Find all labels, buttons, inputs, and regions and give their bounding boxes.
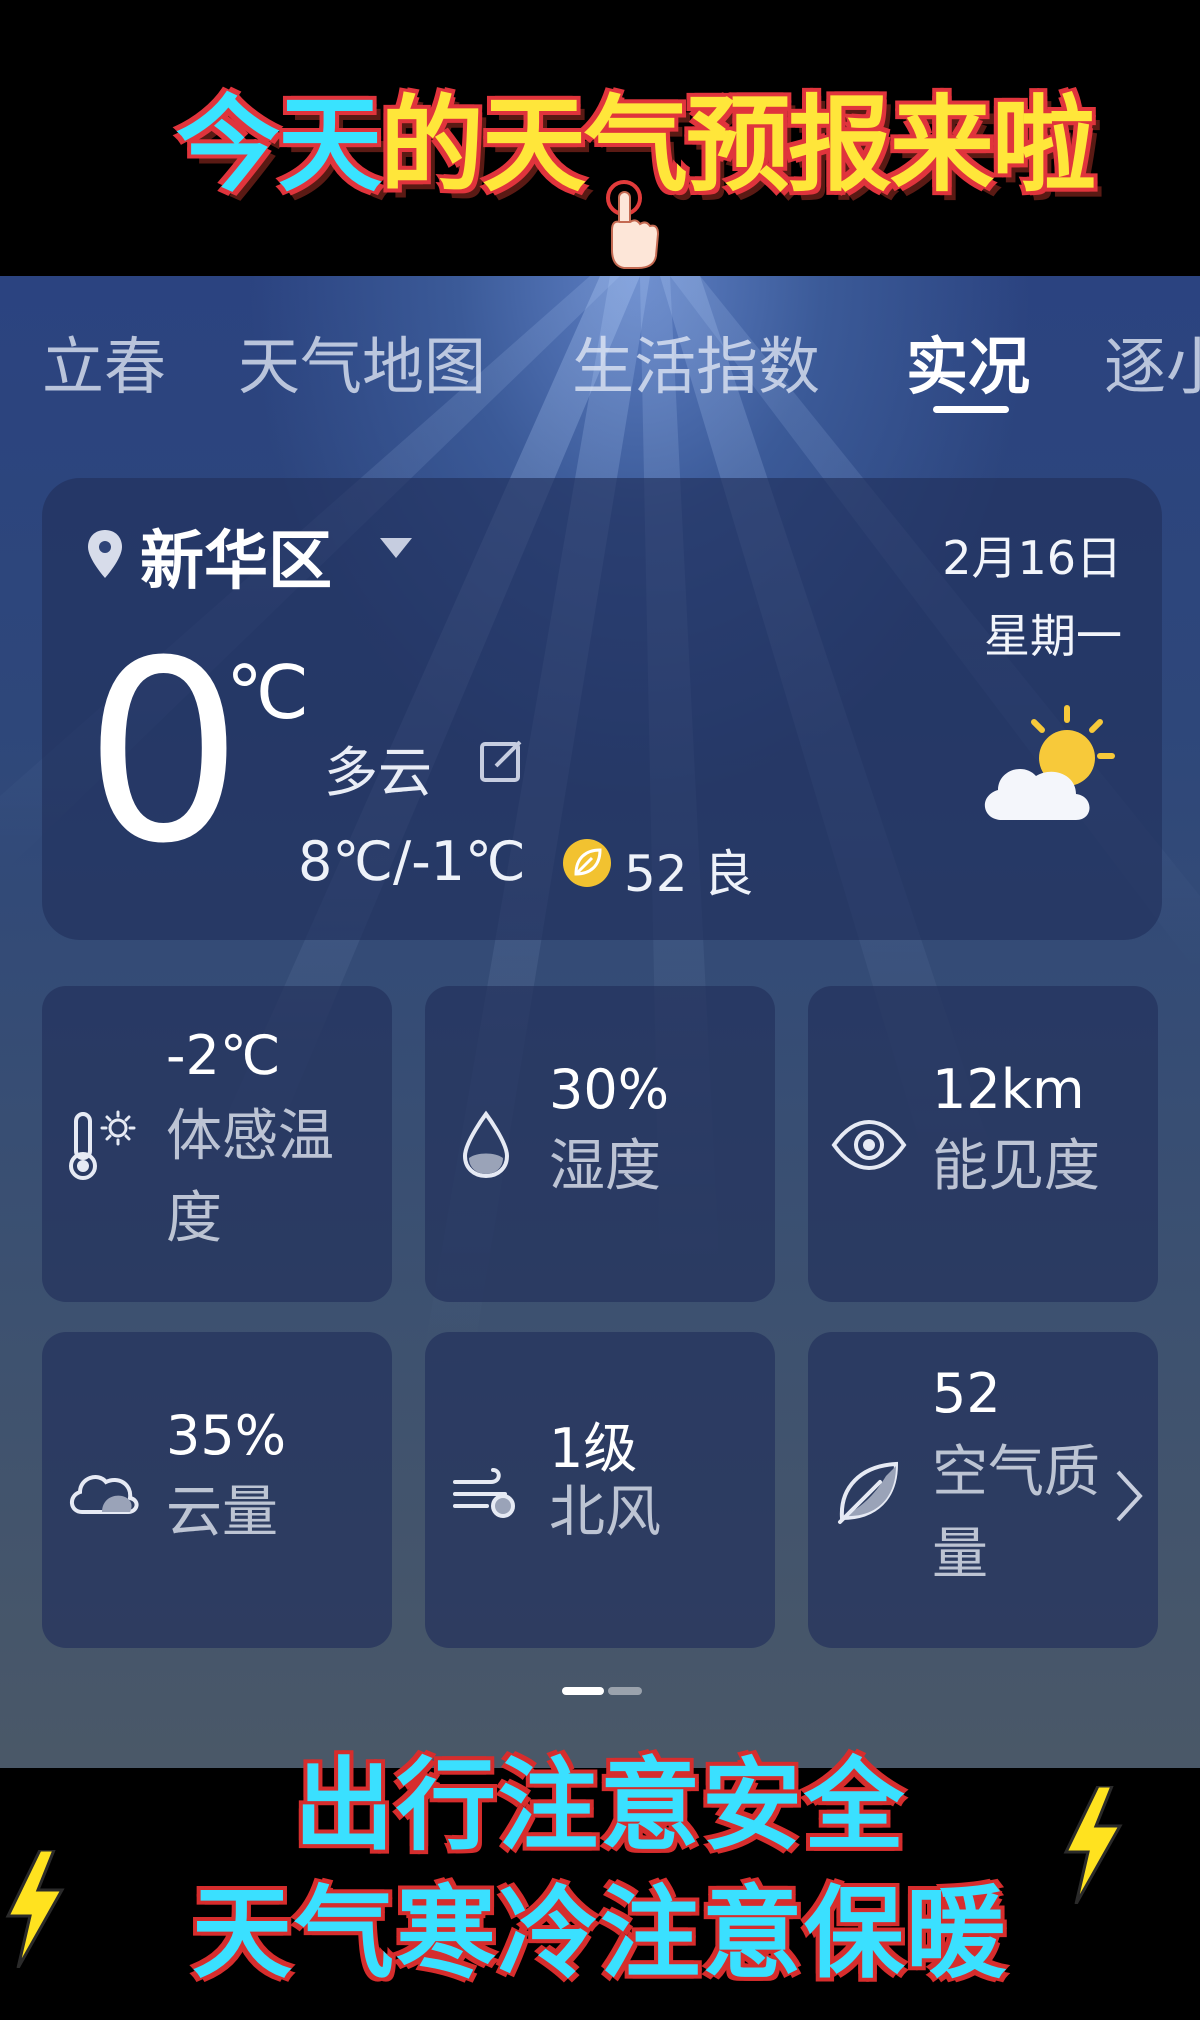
aqi-leaf-icon	[563, 839, 611, 887]
feels-like-label: 体感温度	[166, 1104, 334, 1251]
feels-like-value: -2℃	[166, 1024, 281, 1087]
tile-humidity[interactable]: 30% 湿度	[425, 986, 775, 1302]
tile-feels-like[interactable]: -2℃ 体感温度	[42, 986, 392, 1302]
humidity-label: 湿度	[549, 1134, 661, 1199]
wind-direction-label: 北风	[549, 1480, 661, 1545]
cloud-icon	[70, 1475, 139, 1514]
thermometer-sun-icon	[69, 1110, 136, 1180]
visibility-value: 12km	[932, 1058, 1085, 1121]
temperature-unit: ℃	[226, 650, 310, 736]
leaf-icon	[838, 1461, 899, 1524]
location-name[interactable]: 新华区	[140, 510, 332, 602]
tab-weather-map[interactable]: 天气地图	[238, 316, 486, 406]
visibility-label: 能见度	[932, 1134, 1100, 1199]
active-tab-indicator	[933, 406, 1009, 413]
tab-life-index[interactable]: 生活指数	[572, 316, 820, 406]
edit-icon[interactable]	[476, 736, 526, 786]
tab-lichun[interactable]: 立春	[42, 316, 166, 406]
current-temperature: 0	[84, 607, 244, 898]
water-drop-icon	[462, 1110, 510, 1179]
current-weekday: 星期一	[984, 609, 1122, 663]
caption-line-1: 出行注意安全	[294, 1747, 906, 1864]
caption-line-2: 天气寒冷注意保暖	[192, 1875, 1008, 1992]
chevron-right-icon[interactable]	[1114, 1468, 1144, 1524]
tile-wind[interactable]: 1级 北风	[425, 1332, 775, 1648]
tile-visibility[interactable]: 12km 能见度	[808, 986, 1158, 1302]
partly-cloudy-sun-icon	[984, 705, 1115, 820]
eye-icon	[831, 1119, 907, 1171]
tab-hourly[interactable]: 逐小	[1104, 316, 1200, 406]
location-pin-icon	[88, 530, 122, 578]
cloud-cover-label: 云量	[166, 1480, 278, 1545]
current-date: 2月16日	[942, 531, 1122, 585]
aqi-value[interactable]: 52 良	[624, 834, 754, 906]
page-indicator	[562, 1687, 642, 1695]
tile-cloud-cover[interactable]: 35% 云量	[42, 1332, 392, 1648]
cloud-cover-value: 35%	[166, 1404, 287, 1467]
tab-live[interactable]: 实况	[906, 316, 1030, 406]
banner-title-part2: 的天气预报来啦	[380, 83, 1096, 206]
high-low-temperature: 8℃/-1℃	[298, 830, 526, 893]
air-quality-label: 空气质量	[932, 1440, 1100, 1587]
weather-app-screen: 立春 天气地图 生活指数 实况 逐小 新华区 2月16日 星期一 0 ℃ 多云 …	[0, 276, 1200, 1768]
air-quality-value: 52	[932, 1362, 1001, 1425]
lightning-bolt-icon-left	[5, 1850, 65, 1968]
banner-title-part1: 今天	[175, 83, 382, 206]
top-banner: 今天 的天气预报来啦	[0, 0, 1200, 276]
wind-icon	[453, 1468, 515, 1518]
weather-condition: 多云	[324, 741, 432, 804]
tile-air-quality[interactable]: 52 空气质量	[808, 1332, 1158, 1648]
top-tab-bar: 立春 天气地图 生活指数 实况 逐小	[0, 276, 1200, 436]
lightning-bolt-icon-right	[1063, 1786, 1123, 1904]
location-dropdown-icon[interactable]	[378, 536, 414, 560]
humidity-value: 30%	[549, 1058, 670, 1121]
current-weather-card[interactable]: 新华区 2月16日 星期一 0 ℃ 多云 8℃/-1℃ 52 良	[42, 478, 1162, 940]
pointing-hand-icon	[606, 180, 660, 269]
